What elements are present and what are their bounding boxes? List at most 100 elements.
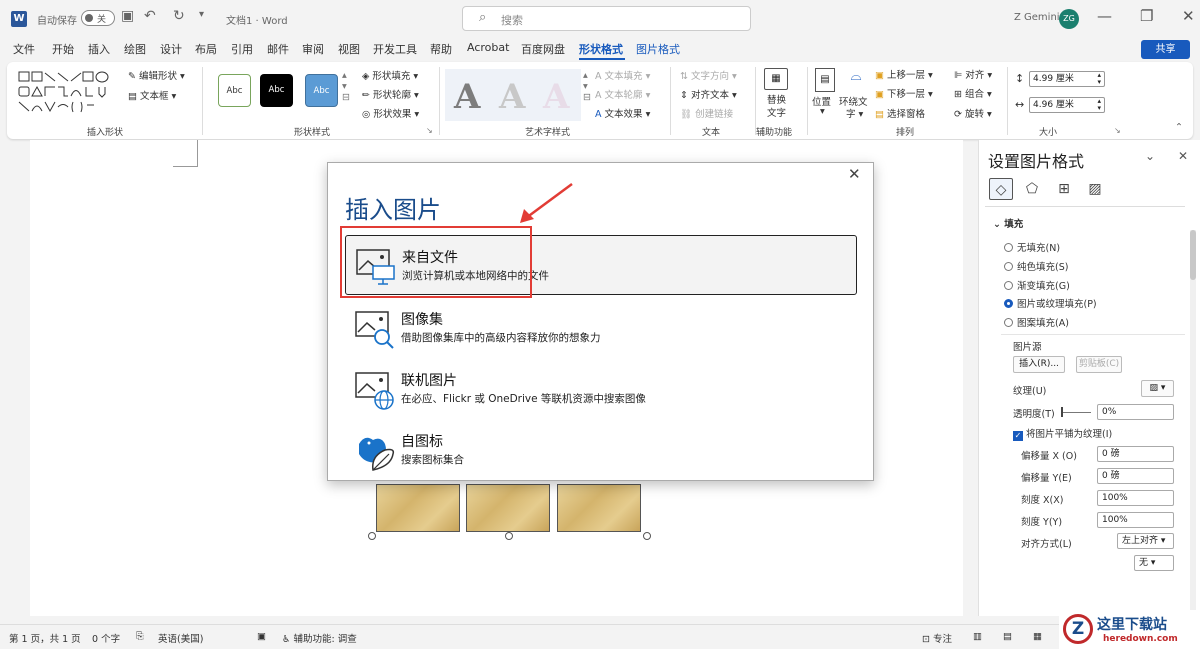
tab-view[interactable]: 视图: [338, 41, 360, 57]
tab-insert[interactable]: 插入: [88, 41, 110, 57]
insert-picture-button[interactable]: 插入(R)...: [1013, 356, 1065, 373]
page-count[interactable]: 第 1 页，共 1 页: [9, 631, 81, 645]
print-layout-icon[interactable]: ▤: [1003, 631, 1012, 642]
radio-solid-fill[interactable]: 纯色填充(S): [1004, 259, 1068, 273]
option-stock-images[interactable]: 图像集 借助图像集库中的高级内容释放你的想象力: [345, 298, 857, 358]
shapes-gallery[interactable]: [17, 69, 117, 119]
share-button[interactable]: 共享: [1141, 40, 1190, 59]
tab-references[interactable]: 引用: [231, 41, 253, 57]
transparency-slider[interactable]: [1061, 412, 1091, 413]
tab-draw[interactable]: 绘图: [124, 41, 146, 57]
edit-shape-button[interactable]: ✎ 编辑形状 ▾: [128, 68, 185, 82]
language[interactable]: 英语(美国): [158, 631, 203, 645]
align-text-button[interactable]: ⇕ 对齐文本 ▾: [680, 87, 737, 101]
pane-close-icon[interactable]: ✕: [1178, 149, 1188, 163]
text-fill-button[interactable]: A 文本填充 ▾: [595, 68, 650, 82]
radio-no-fill[interactable]: 无填充(N): [1004, 240, 1060, 254]
shape-fill-button[interactable]: ◈ 形状填充 ▾: [362, 68, 418, 82]
shape-style-1[interactable]: Abc: [218, 74, 251, 107]
create-link-button[interactable]: ⛓ 创建链接: [680, 106, 733, 120]
tab-design[interactable]: 设计: [160, 41, 182, 57]
tab-picture-format[interactable]: 图片格式: [636, 41, 680, 57]
minimize-icon[interactable]: —: [1097, 7, 1112, 25]
read-mode-icon[interactable]: ▥: [973, 631, 982, 642]
layout-properties-tab-icon[interactable]: ⊞: [1052, 178, 1076, 200]
text-effects-button[interactable]: A 文本效果 ▾: [595, 106, 650, 120]
wrap-text-label-2[interactable]: 字 ▾: [846, 106, 863, 120]
position-icon[interactable]: ▤: [815, 68, 835, 92]
tab-shape-format[interactable]: 形状格式: [579, 41, 623, 57]
gallery-scroll-icon[interactable]: ▴ ▾ ⊟: [342, 70, 350, 103]
alt-text-label-2[interactable]: 文字: [767, 105, 786, 119]
tab-file[interactable]: 文件: [13, 41, 35, 57]
tab-mailings[interactable]: 邮件: [267, 41, 289, 57]
avatar[interactable]: ZG: [1059, 9, 1079, 29]
tile-checkbox-row[interactable]: ✓ 将图片平铺为纹理(I): [1013, 426, 1112, 441]
radio-picture-fill[interactable]: 图片或纹理填充(P): [1004, 296, 1097, 310]
selection-pane-button[interactable]: ▤ 选择窗格: [875, 106, 925, 120]
text-direction-button[interactable]: ⇅ 文字方向 ▾: [680, 68, 737, 82]
wordart-gallery[interactable]: A A A: [445, 69, 581, 121]
alt-text-label-1[interactable]: 替换: [767, 92, 786, 106]
slider-thumb[interactable]: [1061, 407, 1063, 417]
proofing-icon[interactable]: ⎘: [136, 631, 144, 642]
web-layout-icon[interactable]: ▦: [1033, 631, 1042, 642]
save-icon[interactable]: ▣: [121, 8, 134, 24]
alt-text-icon[interactable]: ▦: [764, 68, 788, 90]
word-count[interactable]: 0 个字: [92, 631, 120, 645]
dialog-close-icon[interactable]: ✕: [848, 165, 861, 183]
maximize-icon[interactable]: ❐: [1140, 7, 1153, 25]
focus-mode[interactable]: ⊡ 专注: [922, 631, 952, 645]
radio-pattern-fill[interactable]: 图案填充(A): [1004, 315, 1069, 329]
autosave-toggle[interactable]: 关: [81, 10, 115, 26]
effects-tab-icon[interactable]: ⬠: [1020, 178, 1044, 200]
resize-handle[interactable]: [505, 532, 513, 540]
offset-x-input[interactable]: 0 磅: [1097, 446, 1174, 462]
redo-icon[interactable]: ↻: [173, 8, 185, 24]
customize-icon[interactable]: ▾: [199, 9, 204, 20]
accessibility-status[interactable]: ♿ 辅助功能: 调查: [282, 631, 357, 645]
wrap-text-icon[interactable]: ⌓: [843, 68, 869, 92]
collapse-ribbon-icon[interactable]: ⌃: [1175, 122, 1183, 133]
undo-icon[interactable]: ↶: [144, 8, 156, 24]
text-box-button[interactable]: ▤ 文本框 ▾: [128, 88, 176, 102]
tab-baidu-netdisk[interactable]: 百度网盘: [521, 41, 565, 57]
offset-y-input[interactable]: 0 磅: [1097, 468, 1174, 484]
shape-style-3[interactable]: Abc: [305, 74, 338, 107]
align-button[interactable]: ⊫ 对齐 ▾: [954, 67, 992, 81]
scale-y-input[interactable]: 100%: [1097, 512, 1174, 528]
clipboard-button[interactable]: 剪贴板(C): [1076, 356, 1122, 373]
pane-scrollbar[interactable]: [1190, 230, 1196, 610]
macro-icon[interactable]: ▣: [257, 631, 266, 642]
shape-style-2[interactable]: Abc: [260, 74, 293, 107]
resize-handle[interactable]: [368, 532, 376, 540]
text-outline-button[interactable]: A 文本轮廓 ▾: [595, 87, 650, 101]
rotate-button[interactable]: ⟳ 旋转 ▾: [954, 106, 992, 120]
transparency-input[interactable]: 0%: [1097, 404, 1174, 420]
group-button[interactable]: ⊞ 组合 ▾: [954, 86, 992, 100]
search-input[interactable]: ⌕ 搜索: [462, 6, 751, 31]
shape-outline-button[interactable]: ✏ 形状轮廓 ▾: [362, 87, 419, 101]
fill-line-tab-icon[interactable]: ◇: [989, 178, 1013, 200]
close-icon[interactable]: ✕: [1182, 7, 1195, 25]
position-chevron-icon[interactable]: ▾: [820, 106, 825, 117]
bring-forward-button[interactable]: ▣ 上移一层 ▾: [875, 67, 933, 81]
texture-picker-button[interactable]: ▨ ▾: [1141, 380, 1174, 397]
tab-developer[interactable]: 开发工具: [373, 41, 417, 57]
alignment-select[interactable]: 左上对齐 ▾: [1117, 533, 1174, 549]
tab-layout[interactable]: 布局: [195, 41, 217, 57]
size-dialog-launcher-icon[interactable]: ↘: [1114, 126, 1121, 135]
option-online-pictures[interactable]: 联机图片 在必应、Flickr 或 OneDrive 等联机资源中搜索图像: [345, 359, 857, 419]
height-input[interactable]: 4.99 厘米 ▴ ▾: [1029, 71, 1105, 87]
dialog-launcher-icon[interactable]: ↘: [426, 126, 433, 135]
fill-section-header[interactable]: ⌄ 填充: [993, 216, 1023, 230]
tab-help[interactable]: 帮助: [430, 41, 452, 57]
pane-scroll-thumb[interactable]: [1190, 230, 1196, 280]
tab-review[interactable]: 审阅: [302, 41, 324, 57]
option-icons[interactable]: 自图标 搜索图标集合: [345, 420, 857, 480]
resize-handle[interactable]: [643, 532, 651, 540]
tab-acrobat[interactable]: Acrobat: [467, 41, 509, 54]
pane-options-chevron-icon[interactable]: ⌄: [1145, 149, 1155, 163]
user-name[interactable]: Z Gemini: [1014, 12, 1060, 23]
tab-home[interactable]: 开始: [52, 41, 74, 57]
